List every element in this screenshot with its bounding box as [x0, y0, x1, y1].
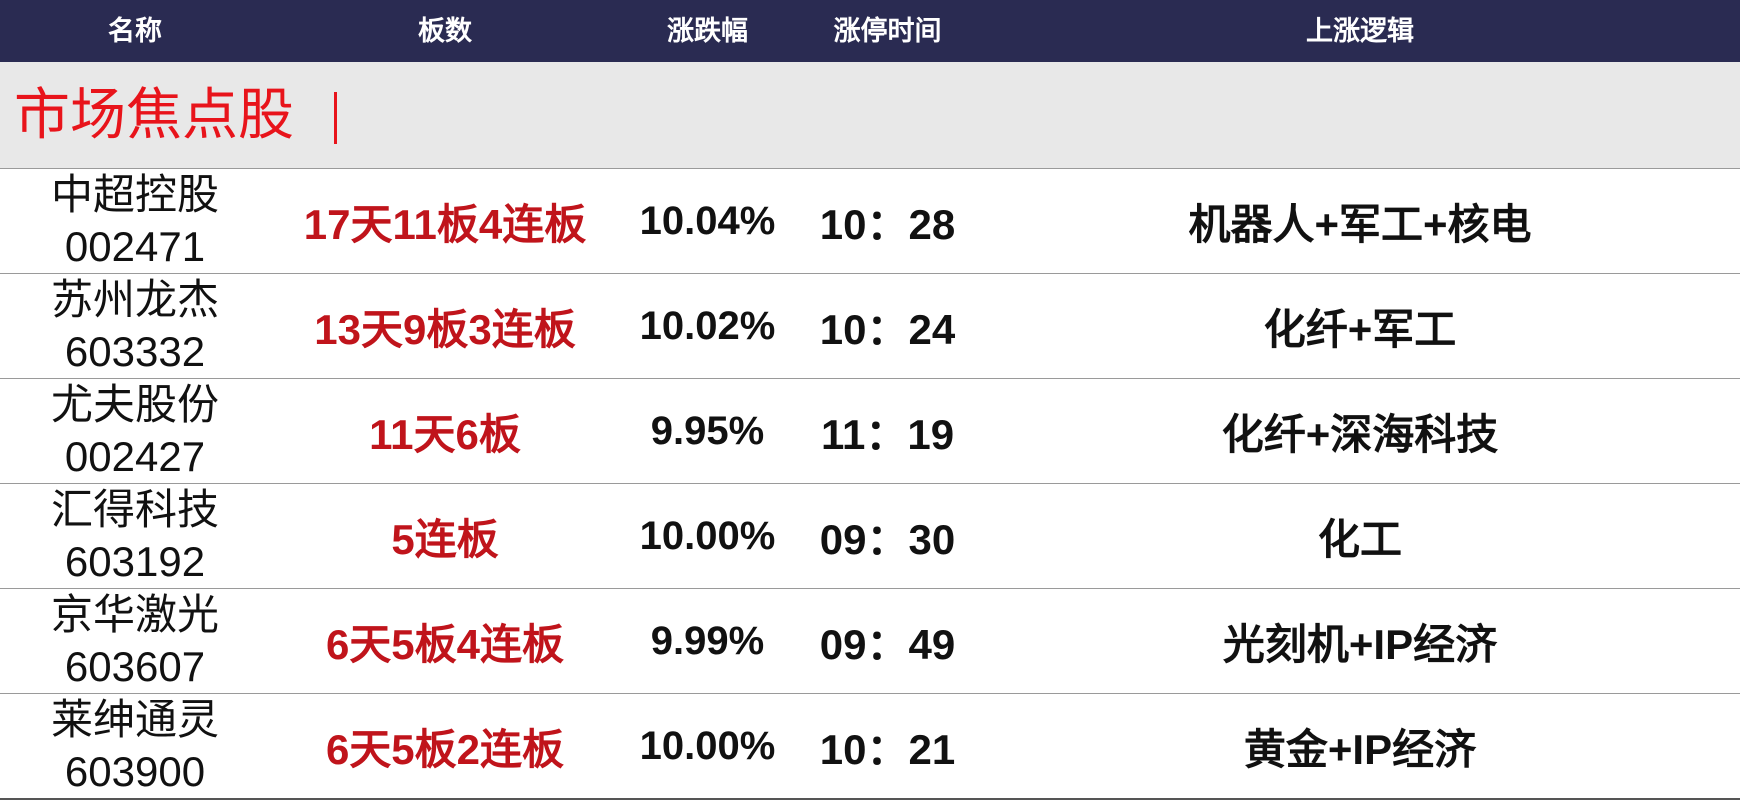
rise-logic: 黄金+IP经济 — [1243, 725, 1477, 773]
limit-up-time: 11：19 — [820, 410, 955, 458]
stock-name: 汇得科技 — [50, 486, 219, 533]
stock-name-cell: 苏州龙杰 603332 — [0, 274, 270, 378]
change-percent: 10.00% — [639, 723, 776, 768]
header-name: 名称 — [108, 16, 162, 46]
board-count: 11天6板 — [369, 410, 521, 458]
stock-code: 603332 — [64, 328, 206, 375]
table-row: 京华激光 603607 6天5板4连板 9.99% 09：49 光刻机+IP经济 — [0, 589, 1740, 694]
rise-logic: 光刻机+IP经济 — [1222, 620, 1498, 668]
table-row: 中超控股 002471 17天11板4连板 10.04% 10：28 机器人+军… — [0, 169, 1740, 274]
change-percent: 10.02% — [639, 303, 776, 348]
rise-logic: 化纤+军工 — [1263, 305, 1457, 353]
stock-code: 002427 — [64, 433, 206, 480]
limit-up-time: 10：28 — [819, 200, 956, 248]
header-logic: 上涨逻辑 — [1306, 16, 1414, 46]
change-percent: 10.04% — [639, 198, 776, 243]
stock-code: 603192 — [64, 538, 206, 585]
board-count: 17天11板4连板 — [303, 200, 587, 248]
stock-name-cell: 中超控股 002471 — [0, 169, 270, 273]
section-title: 市场焦点股 — [14, 85, 294, 147]
table-row: 汇得科技 603192 5连板 10.00% 09：30 化工 — [0, 484, 1740, 589]
stock-name-cell: 汇得科技 603192 — [0, 484, 270, 588]
section-banner: 市场焦点股 — [0, 62, 1740, 169]
header-limit-time: 涨停时间 — [833, 16, 942, 46]
board-count: 5连板 — [391, 515, 499, 563]
stock-table: 名称 板数 涨跌幅 涨停时间 上涨逻辑 市场焦点股 中超控股 002471 17… — [0, 0, 1740, 806]
stock-code: 002471 — [64, 223, 206, 270]
change-percent: 10.00% — [639, 513, 776, 558]
stock-code: 603607 — [64, 643, 206, 690]
board-count: 13天9板3连板 — [314, 305, 576, 353]
change-percent: 9.99% — [650, 618, 765, 663]
table-row: 尤夫股份 002427 11天6板 9.95% 11：19 化纤+深海科技 — [0, 379, 1740, 484]
stock-name: 京华激光 — [50, 591, 219, 638]
header-change: 涨跌幅 — [667, 16, 748, 46]
table-row: 莱绅通灵 603900 6天5板2连板 10.00% 10：21 黄金+IP经济 — [0, 694, 1740, 800]
stock-name-cell: 尤夫股份 002427 — [0, 379, 270, 483]
limit-up-time: 10：21 — [819, 725, 956, 773]
stock-name-cell: 莱绅通灵 603900 — [0, 694, 270, 798]
table-body: 中超控股 002471 17天11板4连板 10.04% 10：28 机器人+军… — [0, 169, 1740, 800]
limit-up-time: 09：30 — [819, 515, 956, 563]
stock-name-cell: 京华激光 603607 — [0, 589, 270, 693]
stock-name: 尤夫股份 — [50, 381, 219, 428]
header-boards: 板数 — [418, 16, 472, 46]
change-percent: 9.95% — [650, 408, 765, 453]
table-header: 名称 板数 涨跌幅 涨停时间 上涨逻辑 — [0, 0, 1740, 62]
stock-code: 603900 — [64, 748, 206, 795]
stock-name: 中超控股 — [50, 171, 219, 218]
limit-up-time: 10：24 — [819, 305, 956, 353]
stock-name: 苏州龙杰 — [50, 276, 219, 323]
rise-logic: 化工 — [1317, 515, 1402, 563]
section-divider-bar — [334, 92, 337, 144]
rise-logic: 机器人+军工+核电 — [1188, 200, 1532, 248]
limit-up-time: 09：49 — [819, 620, 956, 668]
stock-name: 莱绅通灵 — [50, 696, 219, 743]
table-row: 苏州龙杰 603332 13天9板3连板 10.02% 10：24 化纤+军工 — [0, 274, 1740, 379]
rise-logic: 化纤+深海科技 — [1221, 410, 1499, 458]
board-count: 6天5板4连板 — [325, 620, 565, 668]
board-count: 6天5板2连板 — [325, 725, 565, 773]
